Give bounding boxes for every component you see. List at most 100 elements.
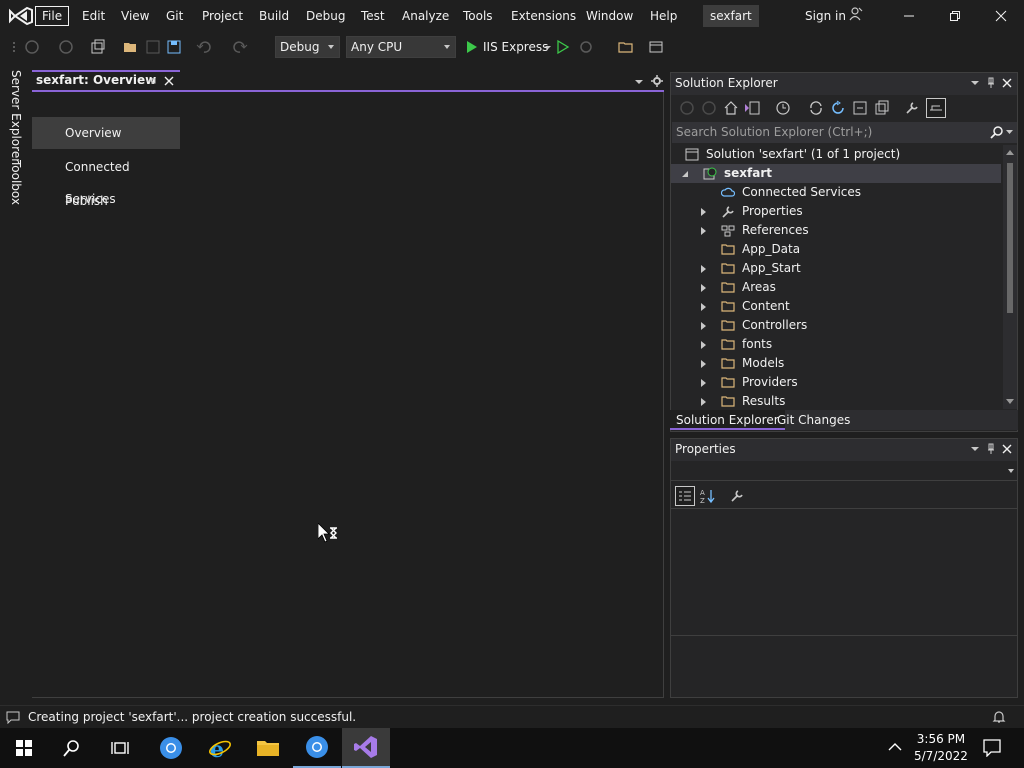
switch-views-icon[interactable]	[744, 100, 760, 116]
hot-reload-icon[interactable]	[578, 39, 594, 55]
pending-changes-filter-icon[interactable]	[775, 100, 791, 116]
expand-arrow-icon[interactable]	[701, 284, 706, 292]
menu-project[interactable]: Project	[202, 6, 243, 26]
window-options-icon[interactable]	[969, 77, 981, 89]
save-all-icon[interactable]	[166, 39, 182, 55]
menu-extensions[interactable]: Extensions	[511, 6, 576, 26]
expand-arrow-icon[interactable]	[701, 227, 706, 235]
menu-tools[interactable]: Tools	[463, 6, 493, 26]
tree-item[interactable]: Controllers	[671, 316, 1001, 335]
overview-nav-overview[interactable]: Overview	[32, 117, 180, 149]
start-button[interactable]	[0, 728, 48, 768]
tree-item[interactable]: Results	[671, 392, 1001, 409]
scrollbar-thumb[interactable]	[1007, 163, 1013, 313]
properties-wrench-icon[interactable]	[904, 100, 920, 116]
overview-nav-publish[interactable]: Publish	[32, 185, 180, 217]
property-pages-icon[interactable]	[729, 488, 745, 504]
alphabetical-sort-icon[interactable]: AZ	[700, 488, 716, 504]
forward-icon[interactable]	[701, 100, 717, 116]
pin-icon[interactable]	[985, 77, 997, 89]
tree-item[interactable]: fonts	[671, 335, 1001, 354]
taskbar-visual-studio-button[interactable]	[342, 728, 390, 768]
notifications-bell-icon[interactable]	[992, 710, 1006, 724]
new-project-icon[interactable]	[90, 39, 106, 55]
restore-button[interactable]	[932, 4, 978, 28]
show-hidden-icons-icon[interactable]	[888, 742, 902, 752]
run-target-dropdown-icon[interactable]	[540, 39, 556, 55]
run-target-button[interactable]: IIS Express	[483, 39, 548, 55]
menu-view[interactable]: View	[121, 6, 149, 26]
menu-debug[interactable]: Debug	[306, 6, 345, 26]
tab-git-changes[interactable]: Git Changes	[771, 410, 856, 430]
settings-gear-icon[interactable]	[651, 75, 663, 87]
menu-file[interactable]: File	[35, 6, 70, 26]
start-without-debugging-icon[interactable]	[555, 39, 571, 55]
tree-item[interactable]: App_Start	[671, 259, 1001, 278]
status-message-icon[interactable]	[6, 711, 20, 724]
scroll-down-icon[interactable]	[1006, 399, 1014, 405]
navigate-forward-icon[interactable]	[58, 39, 74, 55]
menu-build[interactable]: Build	[259, 6, 289, 26]
tree-solution-node[interactable]: Solution 'sexfart' (1 of 1 project)	[671, 145, 1001, 164]
expand-arrow-icon[interactable]	[701, 303, 706, 311]
start-debugging-icon[interactable]	[464, 39, 480, 55]
taskbar-file-explorer-button[interactable]	[244, 728, 292, 768]
collapse-arrow-icon[interactable]	[681, 170, 689, 178]
task-view-button[interactable]	[96, 728, 144, 768]
account-icon[interactable]	[849, 7, 863, 21]
menu-analyze[interactable]: Analyze	[402, 6, 449, 26]
solution-explorer-search-input[interactable]: Search Solution Explorer (Ctrl+;)	[672, 122, 1017, 143]
taskbar-browser-button[interactable]	[147, 728, 195, 768]
search-options-icon[interactable]	[1006, 130, 1013, 135]
tab-solution-explorer[interactable]: Solution Explorer	[670, 410, 785, 430]
taskbar-clock[interactable]: 3:56 PM 5/7/2022	[914, 731, 968, 765]
pin-icon[interactable]	[985, 443, 997, 455]
expand-arrow-icon[interactable]	[701, 265, 706, 273]
taskbar-chrome-button[interactable]	[293, 728, 341, 768]
sign-in-button[interactable]: Sign in	[805, 6, 846, 26]
collapse-all-icon[interactable]	[852, 100, 868, 116]
menu-help[interactable]: Help	[650, 6, 677, 26]
save-icon[interactable]	[145, 39, 161, 55]
expand-arrow-icon[interactable]	[701, 398, 706, 406]
server-explorer-tab[interactable]: Server Explorer	[9, 70, 23, 163]
solution-explorer-scrollbar[interactable]	[1003, 145, 1017, 409]
window-options-icon[interactable]	[969, 443, 981, 455]
home-icon[interactable]	[723, 100, 739, 116]
menu-window[interactable]: Window	[586, 6, 633, 26]
menu-test[interactable]: Test	[361, 6, 385, 26]
pin-icon[interactable]	[146, 76, 156, 86]
properties-object-selector[interactable]	[671, 461, 1017, 481]
tree-item[interactable]: Content	[671, 297, 1001, 316]
expand-arrow-icon[interactable]	[701, 208, 706, 216]
redo-icon[interactable]	[232, 39, 248, 55]
back-icon[interactable]	[679, 100, 695, 116]
expand-arrow-icon[interactable]	[701, 341, 706, 349]
scroll-up-icon[interactable]	[1006, 149, 1014, 155]
categorized-icon[interactable]	[675, 486, 695, 506]
overview-nav-connected-services[interactable]: Connected Services	[32, 151, 180, 206]
platform-dropdown[interactable]: Any CPU	[346, 36, 456, 58]
tree-item[interactable]: Models	[671, 354, 1001, 373]
menu-edit[interactable]: Edit	[82, 6, 105, 26]
open-file-icon[interactable]	[123, 39, 139, 55]
tree-project-node[interactable]: sexfart	[671, 164, 1001, 183]
expand-arrow-icon[interactable]	[701, 322, 706, 330]
window-layout-icon[interactable]	[648, 39, 664, 55]
undo-icon[interactable]	[196, 39, 212, 55]
taskbar-search-button[interactable]	[48, 728, 96, 768]
preview-selected-items-icon[interactable]	[926, 98, 946, 118]
search-icon[interactable]	[990, 126, 1003, 139]
refresh-icon[interactable]	[830, 100, 846, 116]
taskbar-internet-explorer-button[interactable]: e	[196, 728, 244, 768]
tree-item[interactable]: References	[671, 221, 1001, 240]
close-window-button[interactable]	[978, 4, 1024, 28]
sync-icon[interactable]	[808, 100, 824, 116]
menu-git[interactable]: Git	[166, 6, 183, 26]
close-panel-icon[interactable]	[1001, 443, 1013, 455]
tab-list-dropdown-icon[interactable]	[634, 78, 644, 86]
expand-arrow-icon[interactable]	[701, 360, 706, 368]
tree-item[interactable]: Providers	[671, 373, 1001, 392]
show-all-files-icon[interactable]	[874, 100, 890, 116]
visual-studio-logo-icon[interactable]	[8, 6, 34, 26]
